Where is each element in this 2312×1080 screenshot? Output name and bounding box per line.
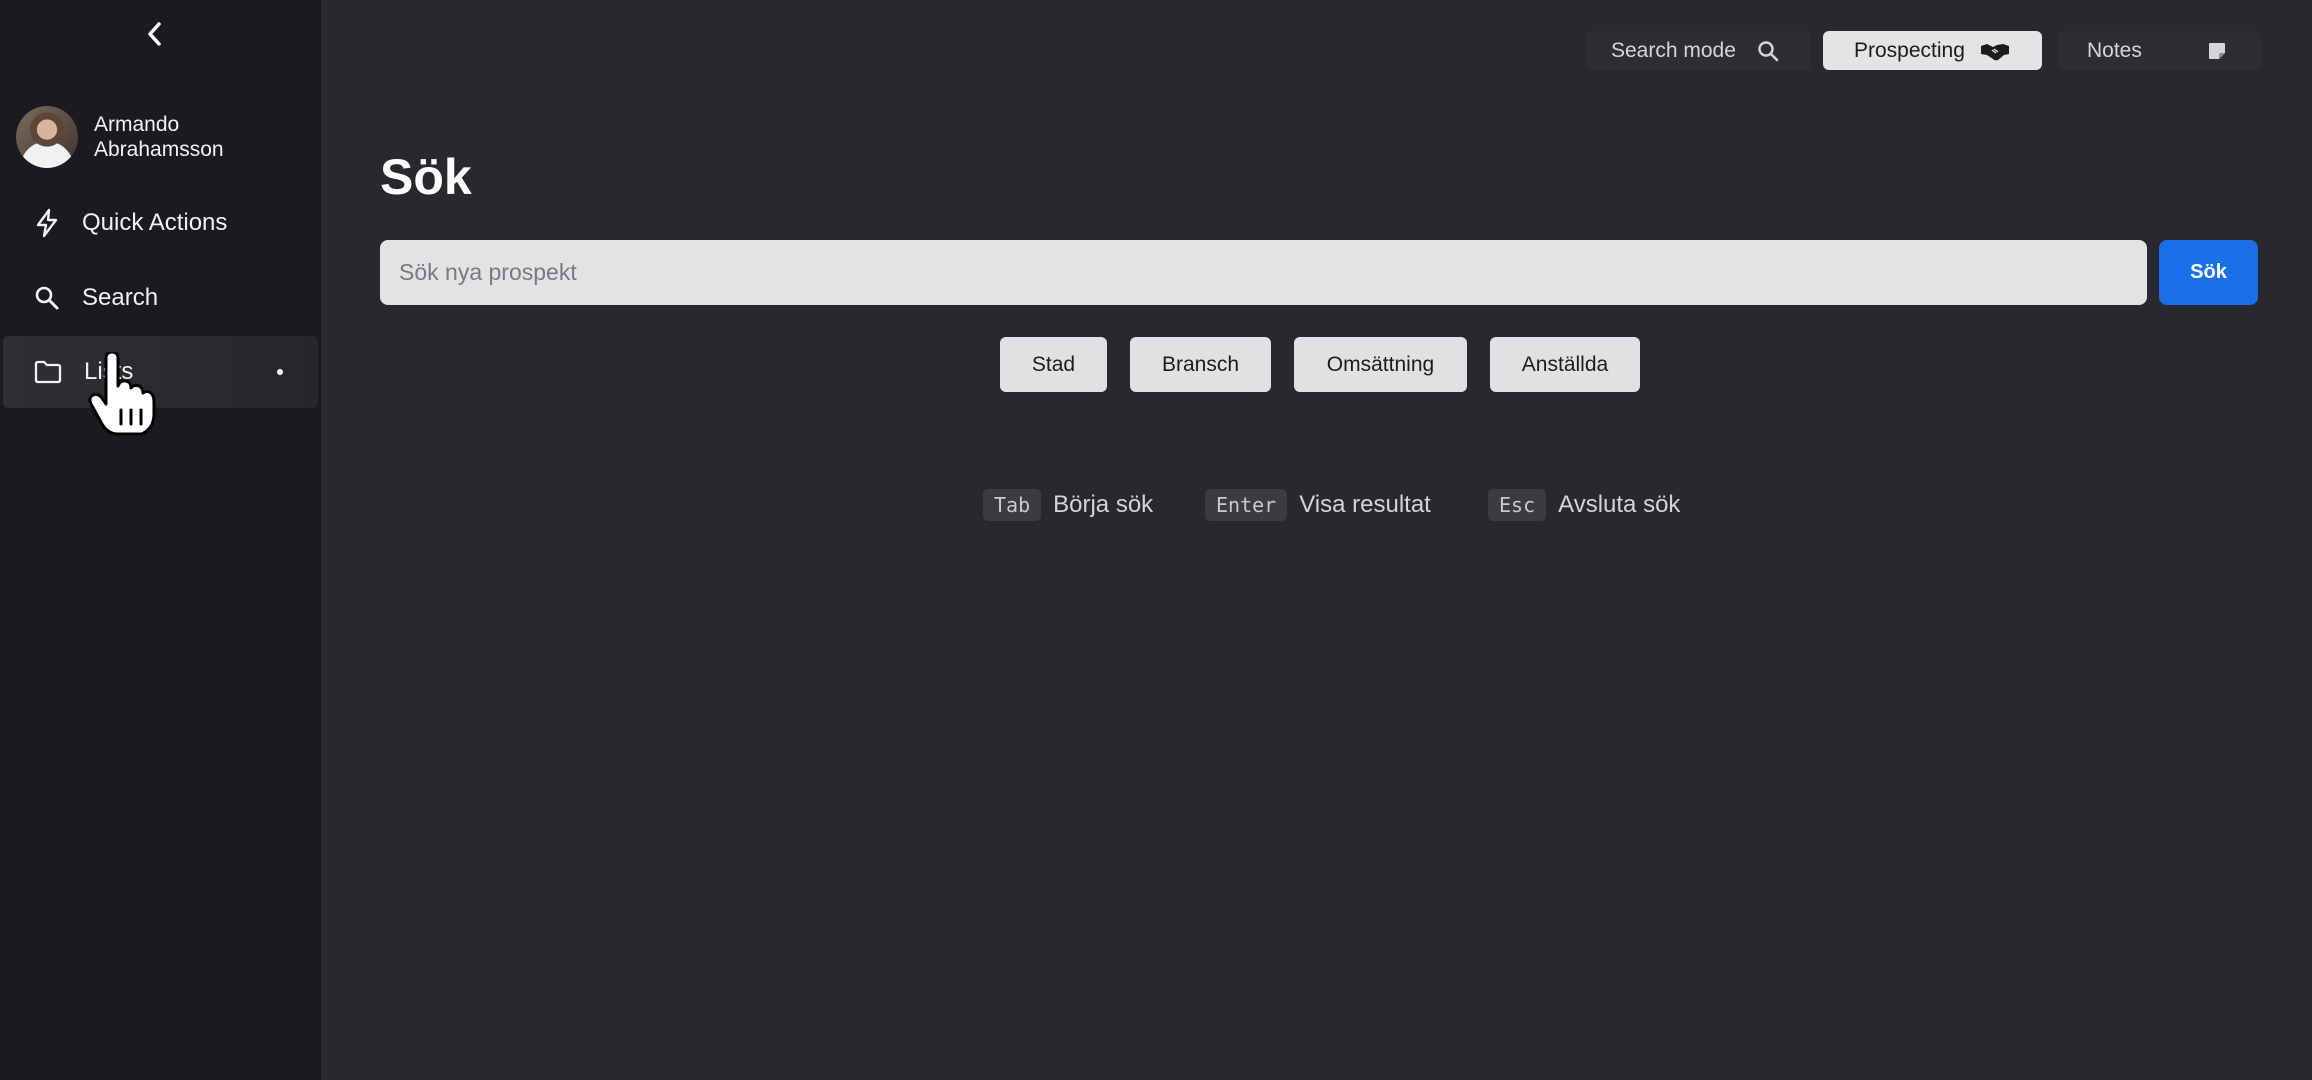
filter-industry-button[interactable]: Bransch [1130, 337, 1271, 392]
key-badge: Enter [1205, 489, 1288, 521]
filter-employees-button[interactable]: Anställda [1490, 337, 1640, 392]
handshake-icon [1980, 41, 2010, 67]
prospecting-mode-button[interactable]: Prospecting [1823, 31, 2042, 70]
notes-mode-button[interactable]: Notes [2058, 31, 2261, 70]
mode-label: Notes [2087, 38, 2142, 62]
search-icon [1757, 40, 1779, 68]
user-profile[interactable]: Armando Abrahamsson [16, 106, 254, 168]
hint-text: Visa resultat [1299, 491, 1431, 518]
filter-city-button[interactable]: Stad [1000, 337, 1107, 392]
folder-icon [34, 360, 62, 384]
hint-text: Avsluta sök [1558, 491, 1681, 518]
sidebar-item-quick-actions[interactable]: Quick Actions [3, 187, 318, 259]
app-window: Armando Abrahamsson Quick Actions Search [0, 0, 2312, 1080]
search-mode-button[interactable]: Search mode [1586, 31, 1811, 70]
chevron-left-icon [148, 22, 161, 46]
lightning-icon [34, 208, 60, 238]
search-submit-button[interactable]: Sök [2159, 240, 2258, 305]
collapse-sidebar-button[interactable] [138, 16, 172, 52]
sidebar-item-lists[interactable]: Lists [3, 336, 318, 408]
sidebar-item-label: Lists [84, 358, 134, 385]
sidebar: Armando Abrahamsson Quick Actions Search [0, 0, 321, 1080]
note-icon [2207, 41, 2227, 67]
sidebar-item-label: Search [82, 284, 159, 311]
sidebar-item-label: Quick Actions [82, 209, 228, 236]
avatar [16, 106, 78, 168]
filter-revenue-button[interactable]: Omsättning [1294, 337, 1467, 392]
keyboard-hint: Esc Avsluta sök [1488, 489, 1680, 521]
key-badge: Esc [1488, 489, 1547, 521]
sidebar-item-search[interactable]: Search [3, 262, 318, 334]
keyboard-hint: Enter Visa resultat [1205, 489, 1431, 521]
mode-label: Search mode [1611, 38, 1736, 62]
key-badge: Tab [983, 489, 1042, 521]
keyboard-hint: Tab Börja sök [983, 489, 1153, 521]
active-indicator-dot [277, 369, 283, 375]
prospect-search-input[interactable] [380, 240, 2147, 305]
user-name: Armando Abrahamsson [94, 113, 224, 161]
page-title: Sök [380, 149, 472, 205]
search-icon [34, 285, 60, 311]
mode-label: Prospecting [1854, 38, 1965, 62]
hint-text: Börja sök [1053, 491, 1154, 518]
